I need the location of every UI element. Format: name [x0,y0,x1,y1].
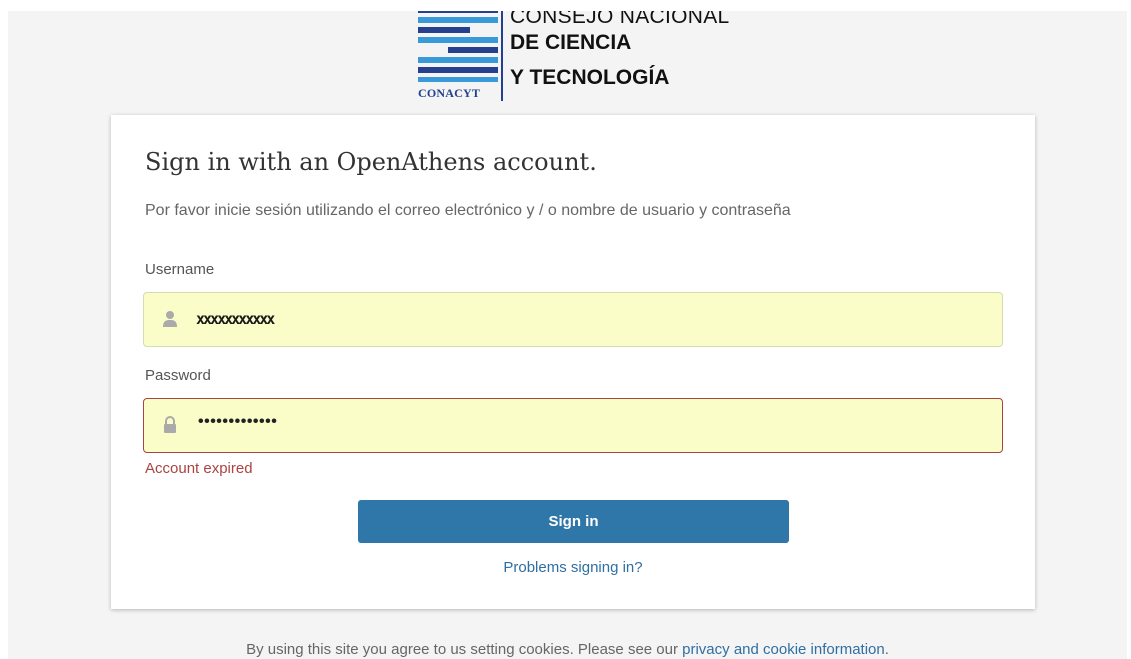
logo-line-3: Y TECNOLOGÍA [510,66,670,89]
conacyt-logo-mark-icon [418,11,498,82]
conacyt-logo: CONACYT CONSEJO NACIONAL DE CIENCIA Y TE… [418,11,738,103]
logo-line-2: DE CIENCIA [510,31,632,54]
problems-signing-in-link[interactable]: Problems signing in? [503,559,642,576]
error-message: Account expired [145,460,253,477]
problems-signing-in-container: Problems signing in? [111,559,1035,576]
user-icon [163,311,177,327]
password-field[interactable]: ••••••••••••• [143,398,1003,453]
cookie-notice-text: By using this site you agree to us setti… [246,641,683,658]
sign-in-button[interactable]: Sign in [358,500,789,543]
page-title: Sign in with an OpenAthens account. [145,148,597,176]
cookie-notice: By using this site you agree to us setti… [8,641,1127,658]
login-card: Sign in with an OpenAthens account. Por … [111,115,1035,609]
password-value[interactable]: ••••••••••••• [198,413,277,431]
username-label: Username [145,261,215,278]
lock-icon [164,416,176,433]
logo-line-1: CONSEJO NACIONAL [510,11,730,28]
cookie-notice-end: . [884,641,889,658]
logo-abbreviation: CONACYT [418,86,481,100]
username-value[interactable]: xxxxxxxxxxx [196,310,275,328]
login-instructions: Por favor inicie sesión utilizando el co… [145,202,791,219]
page: CONACYT CONSEJO NACIONAL DE CIENCIA Y TE… [8,11,1127,659]
privacy-cookie-link[interactable]: privacy and cookie information [682,641,885,658]
password-label: Password [145,367,211,384]
logo-divider [501,11,503,101]
username-field[interactable]: xxxxxxxxxxx [143,292,1003,347]
